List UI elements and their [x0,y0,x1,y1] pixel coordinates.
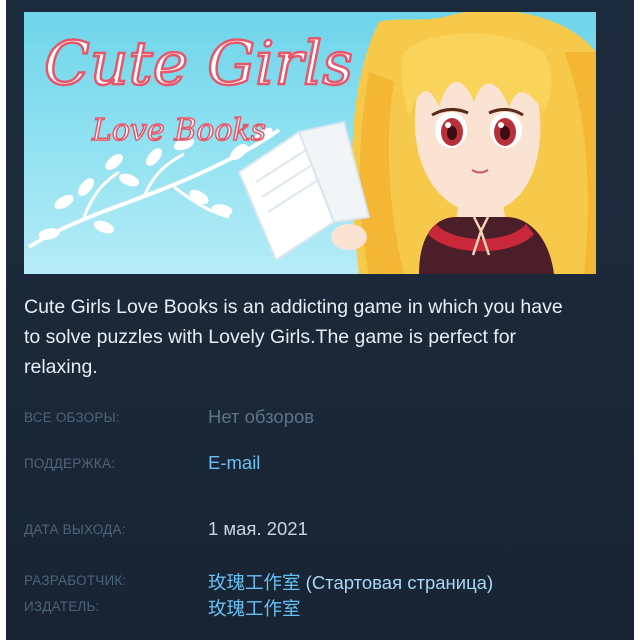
publisher-link[interactable]: 玫瑰工作室 [208,595,301,621]
support-label: ПОДДЕРЖКА: [24,456,116,471]
svg-text:Cute Girls: Cute Girls [44,29,353,99]
developer-homepage-link[interactable]: (Стартовая страница) [306,572,493,593]
developer-link[interactable]: 玫瑰工作室 [208,572,301,593]
svg-text:Love Books: Love Books [91,113,266,148]
developer-label: РАЗРАБОТЧИК: [24,573,127,588]
game-header-image[interactable]: Cute Girls Love Books [24,12,596,274]
reviews-value: Нет обзоров [208,406,315,427]
reviews-label: ВСЕ ОБЗОРЫ: [24,410,120,425]
release-date-value: 1 мая. 2021 [208,518,308,539]
release-date-label: ДАТА ВЫХОДА: [24,522,126,537]
publisher-label: ИЗДАТЕЛЬ: [24,599,100,614]
support-email-link[interactable]: E-mail [208,452,260,474]
store-info-panel: Cute Girls Love Books Cute Girls Love Bo… [6,0,634,640]
banner-artwork: Cute Girls Love Books [27,12,596,274]
game-description: Cute Girls Love Books is an addicting ga… [24,296,563,378]
developer-row: 玫瑰工作室 (Стартовая страница) [208,569,493,595]
